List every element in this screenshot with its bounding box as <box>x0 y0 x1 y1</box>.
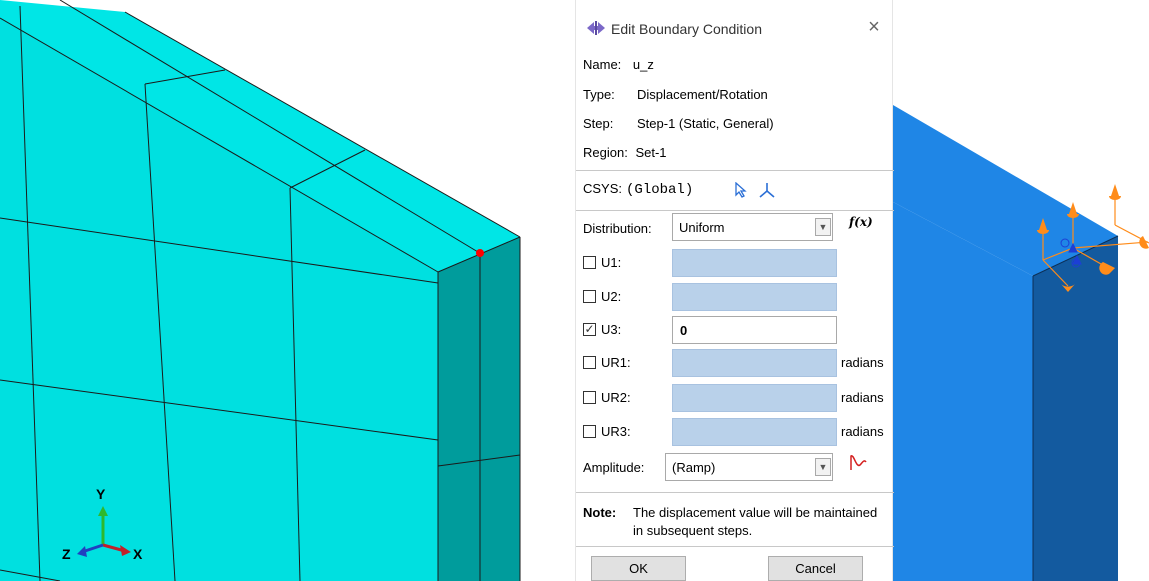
chevron-down-icon[interactable]: ▼ <box>815 458 831 476</box>
u1-label: U1: <box>601 255 622 270</box>
dof-row-ur1: UR1: radians <box>583 349 893 379</box>
separator <box>576 546 894 547</box>
part-drawing <box>893 105 1149 581</box>
ur2-field[interactable] <box>672 384 837 412</box>
selected-node-marker <box>476 249 484 257</box>
select-arrow-icon[interactable] <box>733 182 749 198</box>
region-value: Set-1 <box>635 145 667 160</box>
u3-checkbox[interactable]: ✓ <box>583 323 596 336</box>
type-row: Type: Displacement/Rotation <box>583 87 768 102</box>
boundary-condition-icon <box>587 21 605 35</box>
step-label: Step: <box>583 116 614 131</box>
separator <box>576 170 894 171</box>
dof-row-ur3: UR3: radians <box>583 418 893 448</box>
cancel-button[interactable]: Cancel <box>768 556 863 581</box>
triad-x-label: X <box>133 546 143 562</box>
ur3-field[interactable] <box>672 418 837 446</box>
ur3-unit: radians <box>841 424 884 439</box>
u2-field[interactable] <box>672 283 837 311</box>
amplitude-label: Amplitude: <box>583 460 645 475</box>
dof-row-u2: U2: <box>583 283 893 313</box>
u3-label: U3: <box>601 322 622 337</box>
part-viewport[interactable] <box>893 0 1149 581</box>
function-button[interactable]: f(x) <box>849 215 873 229</box>
edit-boundary-condition-dialog: Edit Boundary Condition × Name: u_z Type… <box>575 0 894 581</box>
amplitude-curve-icon[interactable] <box>848 453 868 471</box>
part-side-face <box>1033 236 1118 581</box>
ur3-label: UR3: <box>601 424 631 439</box>
type-value: Displacement/Rotation <box>637 87 768 102</box>
ur3-checkbox[interactable] <box>583 425 596 438</box>
ur2-unit: radians <box>841 390 884 405</box>
close-button[interactable]: × <box>862 16 886 40</box>
distribution-label: Distribution: <box>583 221 652 236</box>
triad-z-label: Z <box>62 546 71 562</box>
u1-checkbox[interactable] <box>583 256 596 269</box>
dof-row-u1: U1: <box>583 249 893 279</box>
dialog-titlebar[interactable]: Edit Boundary Condition × <box>576 0 892 44</box>
type-label: Type: <box>583 87 615 102</box>
ur1-unit: radians <box>841 355 884 370</box>
region-row: Region: Set-1 <box>583 145 667 160</box>
distribution-select[interactable]: Uniform ▼ <box>672 213 833 241</box>
separator <box>576 492 894 493</box>
triad-y-label: Y <box>96 486 106 502</box>
dof-row-u3: ✓ U3: 0 <box>583 316 893 346</box>
step-value: Step-1 (Static, General) <box>637 116 774 131</box>
ur2-checkbox[interactable] <box>583 391 596 404</box>
csys-axis-icon[interactable] <box>758 181 776 199</box>
ok-button[interactable]: OK <box>591 556 686 581</box>
csys-value: (Global) <box>626 182 694 198</box>
dof-row-ur2: UR2: radians <box>583 384 893 414</box>
u2-label: U2: <box>601 289 622 304</box>
name-row: Name: u_z <box>583 57 654 72</box>
step-row: Step: Step-1 (Static, General) <box>583 116 774 131</box>
note-text: The displacement value will be maintaine… <box>633 505 878 538</box>
ur1-field[interactable] <box>672 349 837 377</box>
chevron-down-icon[interactable]: ▼ <box>815 218 831 236</box>
u3-field[interactable]: 0 <box>672 316 837 344</box>
name-value: u_z <box>632 57 654 72</box>
name-label: Name: <box>583 57 622 72</box>
note-heading: Note: <box>583 505 617 520</box>
u1-field[interactable] <box>672 249 837 277</box>
ur2-label: UR2: <box>601 390 631 405</box>
amplitude-value: (Ramp) <box>672 460 716 475</box>
mesh-drawing <box>0 0 521 581</box>
csys-label: CSYS: <box>583 181 623 196</box>
dialog-title: Edit Boundary Condition <box>611 21 762 37</box>
distribution-value: Uniform <box>679 220 725 235</box>
region-label: Region: <box>583 145 628 160</box>
mesh-viewport[interactable]: Y X Z <box>0 0 575 581</box>
ur1-checkbox[interactable] <box>583 356 596 369</box>
mesh-side-face <box>438 237 520 581</box>
u2-checkbox[interactable] <box>583 290 596 303</box>
separator <box>576 210 894 211</box>
amplitude-select[interactable]: (Ramp) ▼ <box>665 453 833 481</box>
ur1-label: UR1: <box>601 355 631 370</box>
csys-row: CSYS: (Global) <box>583 181 775 201</box>
